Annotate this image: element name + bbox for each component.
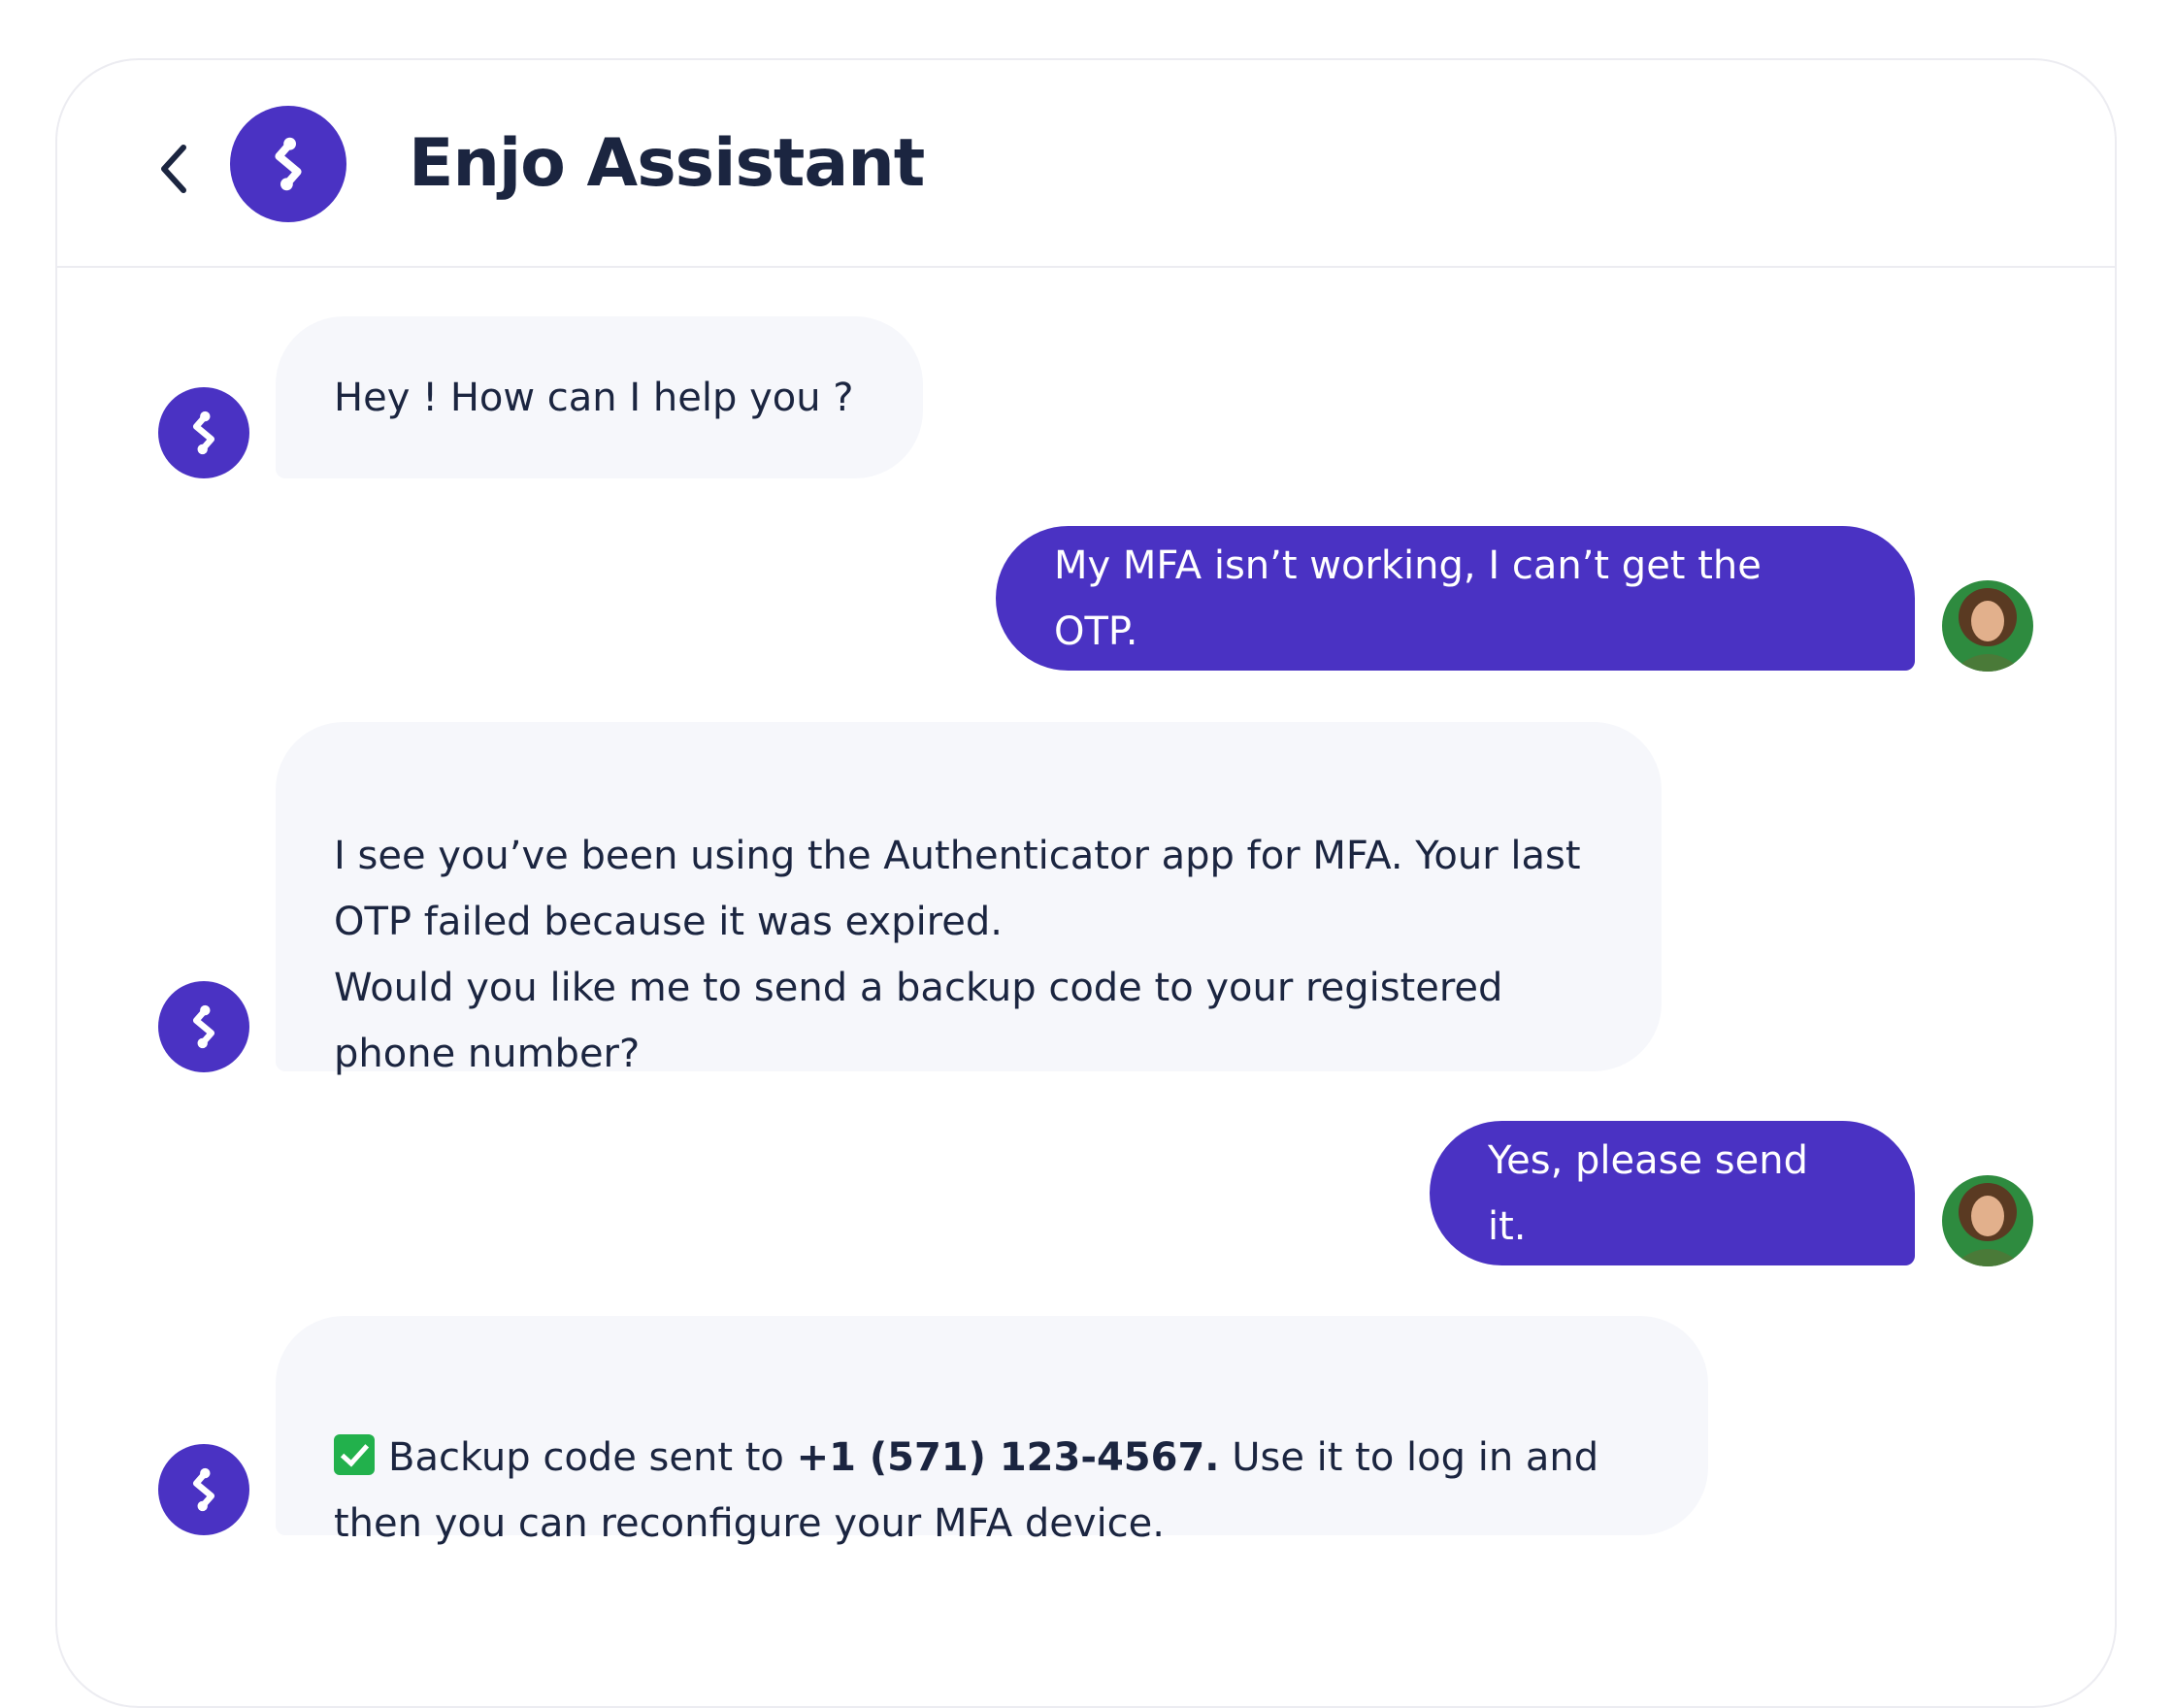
bot-avatar <box>158 1444 249 1535</box>
user-message-bubble: Yes, please send it. <box>1430 1121 1915 1265</box>
message-text: Yes, please send it. <box>1488 1137 1808 1249</box>
check-mark-icon <box>334 1434 375 1475</box>
message-text: Hey ! How can I help you ? <box>334 375 854 420</box>
bot-message-bubble: I see you’ve been using the Authenticato… <box>276 722 1662 1076</box>
page-title: Enjo Assistant <box>409 125 925 202</box>
message-text: I see you’ve been using the Authenticato… <box>334 834 1581 1076</box>
phone-number: +1 (571) 123-4567. <box>796 1435 1220 1480</box>
user-avatar <box>1942 580 2033 672</box>
bot-avatar <box>158 981 249 1072</box>
user-message-bubble: My MFA isn’t working, I can’t get the OT… <box>996 526 1915 671</box>
message-text: Backup code sent to <box>388 1435 797 1480</box>
chevron-left-icon <box>161 145 186 193</box>
enjo-logo-icon <box>192 1004 215 1049</box>
enjo-logo-icon <box>230 106 346 222</box>
bot-message-bubble: Backup code sent to +1 (571) 123-4567. U… <box>276 1316 1708 1546</box>
bot-avatar <box>158 387 249 478</box>
enjo-logo-icon <box>192 411 215 455</box>
back-button[interactable] <box>139 134 209 204</box>
user-avatar <box>1942 1175 2033 1266</box>
chat-window: Enjo Assistant Hey ! How can I help you … <box>55 58 2117 1708</box>
message-text: My MFA isn’t working, I can’t get the OT… <box>1054 542 1762 654</box>
chat-header: Enjo Assistant <box>57 60 2115 268</box>
enjo-logo-icon <box>192 1467 215 1512</box>
bot-message-bubble: Hey ! How can I help you ? <box>276 316 923 478</box>
